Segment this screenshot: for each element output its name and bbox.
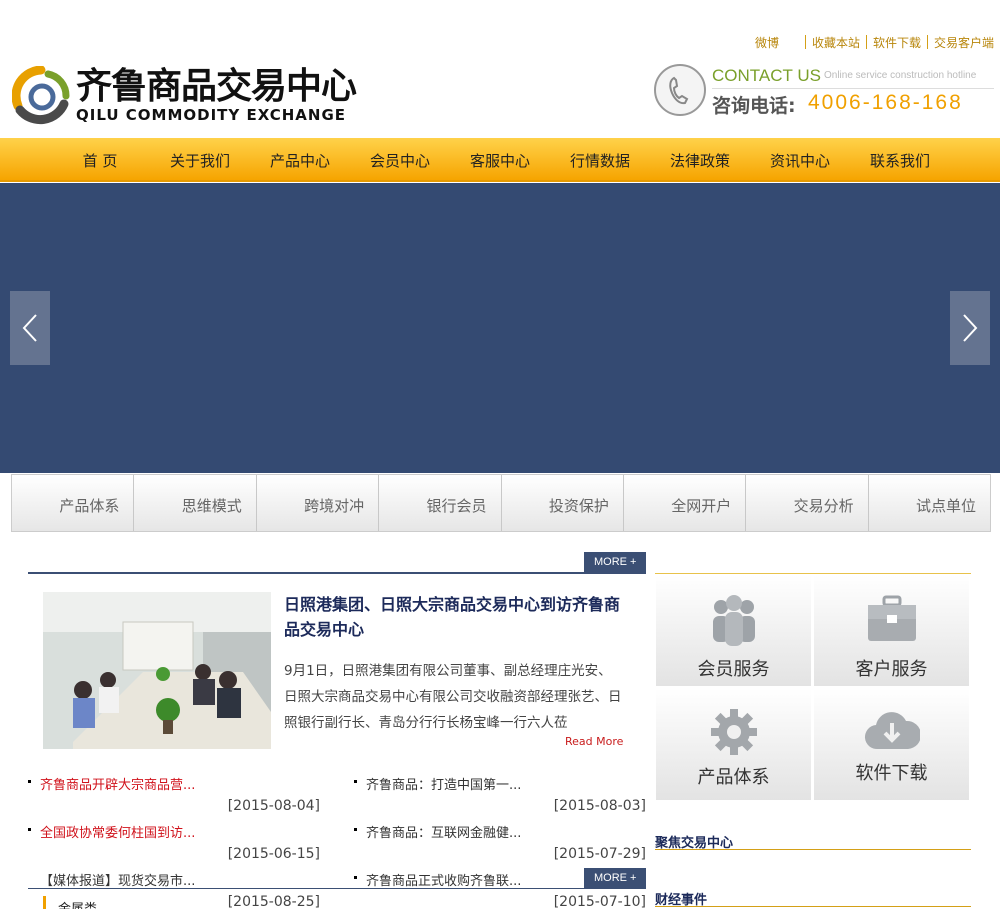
nav-market-data[interactable]: 行情数据 xyxy=(550,150,650,171)
bullet xyxy=(354,876,357,879)
bullet xyxy=(28,780,31,783)
slider-next-button[interactable] xyxy=(950,291,990,365)
nav-members[interactable]: 会员中心 xyxy=(350,150,450,171)
chevron-left-icon xyxy=(22,314,37,342)
tab-trade-analysis[interactable]: 交易分析 xyxy=(746,475,869,531)
news-item-date: [2015-08-03] xyxy=(553,798,646,814)
banner-slider xyxy=(0,183,1000,473)
news-list-item[interactable]: 齐鲁商品开辟大宗商品营... [2015-08-04] xyxy=(28,774,320,820)
news-list-item[interactable]: 齐鲁商品：互联网金融健... [2015-07-29] xyxy=(354,822,646,868)
news-item-date: [2015-08-04] xyxy=(227,798,320,814)
weibo-link[interactable]: 微博 xyxy=(749,34,785,51)
bullet xyxy=(28,828,31,831)
news-item-title[interactable]: 齐鲁商品：互联网金融健... xyxy=(366,822,521,841)
finance-events-heading[interactable]: 财经事件 xyxy=(655,889,971,908)
nav-law-policy[interactable]: 法律政策 xyxy=(650,150,750,171)
news-item-date: [2015-07-29] xyxy=(553,846,646,862)
slider-prev-button[interactable] xyxy=(10,291,50,365)
news-item-title[interactable]: 全国政协常委何柱国到访... xyxy=(40,822,195,841)
nav-contact[interactable]: 联系我们 xyxy=(850,150,950,171)
service-label: 软件下载 xyxy=(855,763,928,784)
nav-products[interactable]: 产品中心 xyxy=(250,150,350,171)
bullet xyxy=(354,780,357,783)
news-item-date: [2015-06-15] xyxy=(227,846,320,862)
logo-mark-icon xyxy=(11,65,70,126)
gear-icon xyxy=(710,709,757,755)
briefcase-icon xyxy=(867,595,916,641)
services-grid: 会员服务 客户服务 产品体系 软件下载 xyxy=(655,573,971,801)
service-label: 客户服务 xyxy=(855,659,928,680)
product-system-button[interactable]: 产品体系 xyxy=(655,688,812,801)
service-label: 产品体系 xyxy=(697,767,770,788)
tab-product-system[interactable]: 产品体系 xyxy=(12,475,135,531)
category-label[interactable]: 金属类 xyxy=(58,898,97,909)
contact-title: CONTACT US xyxy=(712,66,821,85)
news-item-title[interactable]: 齐鲁商品正式收购齐鲁联... xyxy=(366,870,521,889)
news-list-item[interactable]: 齐鲁商品：打造中国第一... [2015-08-03] xyxy=(354,774,646,820)
divider xyxy=(28,888,646,889)
read-more-link[interactable]: Read More xyxy=(565,735,623,748)
tab-cross-border-hedge[interactable]: 跨境对冲 xyxy=(257,475,380,531)
main-nav: 首 页 关于我们 产品中心 会员中心 客服中心 行情数据 法律政策 资讯中心 联… xyxy=(0,138,1000,182)
news-summary: 9月1日，日照港集团有限公司董事、副总经理庄光安、日照大宗商品交易中心有限公司交… xyxy=(284,663,622,731)
phone-icon xyxy=(654,64,706,116)
news-item-title[interactable]: 【媒体报道】现货交易市... xyxy=(40,870,195,889)
contact-subtitle: Online service construction hotline xyxy=(824,70,977,81)
news-item-date: [2015-07-10] xyxy=(553,894,646,909)
news-section: MORE + 日照港集团、日照大宗商品交易中心到访齐鲁商品交易中心 9月1日，日… xyxy=(28,552,646,909)
customer-service-button[interactable]: 客户服务 xyxy=(813,574,970,687)
contact-hotline: CONTACT US Online service construction h… xyxy=(654,64,1000,120)
divider xyxy=(712,88,994,89)
feature-tabs: 产品体系 思维模式 跨境对冲 银行会员 投资保护 全网开户 交易分析 试点单位 xyxy=(11,474,991,532)
logo-english-name: QILU COMMODITY EXCHANGE xyxy=(76,106,347,124)
software-download-link[interactable]: 软件下载 xyxy=(867,34,927,51)
hotline-number: 4006-168-168 xyxy=(808,91,963,114)
member-service-button[interactable]: 会员服务 xyxy=(655,574,812,687)
nav-home[interactable]: 首 页 xyxy=(50,150,150,171)
news-item-date: [2015-08-25] xyxy=(227,894,320,909)
nav-about[interactable]: 关于我们 xyxy=(150,150,250,171)
news-headline[interactable]: 日照港集团、日照大宗商品交易中心到访齐鲁商品交易中心 xyxy=(284,592,624,642)
site-logo[interactable]: 齐鲁商品交易中心 QILU COMMODITY EXCHANGE xyxy=(11,65,357,126)
contact-label: 咨询电话: xyxy=(712,95,796,117)
news-item-title[interactable]: 齐鲁商品：打造中国第一... xyxy=(366,774,521,793)
service-label: 会员服务 xyxy=(697,659,770,680)
news-list-item[interactable]: 全国政协常委何柱国到访... [2015-06-15] xyxy=(28,822,320,868)
top-utility-bar: 微博 收藏本站 软件下载 交易客户端 xyxy=(749,30,1000,54)
category-marker xyxy=(43,896,46,909)
news-item-title[interactable]: 齐鲁商品开辟大宗商品营... xyxy=(40,774,195,793)
tab-account-opening[interactable]: 全网开户 xyxy=(624,475,747,531)
focus-exchange-heading[interactable]: 聚焦交易中心 xyxy=(655,832,971,851)
news-photo[interactable] xyxy=(43,592,271,749)
tab-pilot-units[interactable]: 试点单位 xyxy=(869,475,990,531)
trading-client-link[interactable]: 交易客户端 xyxy=(928,34,1000,51)
bookmark-link[interactable]: 收藏本站 xyxy=(806,34,866,51)
tab-investment-protection[interactable]: 投资保护 xyxy=(502,475,624,531)
logo-chinese-name: 齐鲁商品交易中心 xyxy=(76,66,357,107)
cloud-download-icon xyxy=(864,712,920,750)
software-download-button[interactable]: 软件下载 xyxy=(813,688,970,801)
bullet xyxy=(354,828,357,831)
people-icon xyxy=(712,595,755,646)
news-more-button[interactable]: MORE + xyxy=(584,552,646,573)
tab-thinking-mode[interactable]: 思维模式 xyxy=(134,475,257,531)
chevron-right-icon xyxy=(963,314,978,342)
nav-news[interactable]: 资讯中心 xyxy=(750,150,850,171)
market-more-button[interactable]: MORE + xyxy=(584,868,646,889)
nav-customer-service[interactable]: 客服中心 xyxy=(450,150,550,171)
news-header: MORE + xyxy=(28,552,646,574)
tab-bank-members[interactable]: 银行会员 xyxy=(379,475,502,531)
